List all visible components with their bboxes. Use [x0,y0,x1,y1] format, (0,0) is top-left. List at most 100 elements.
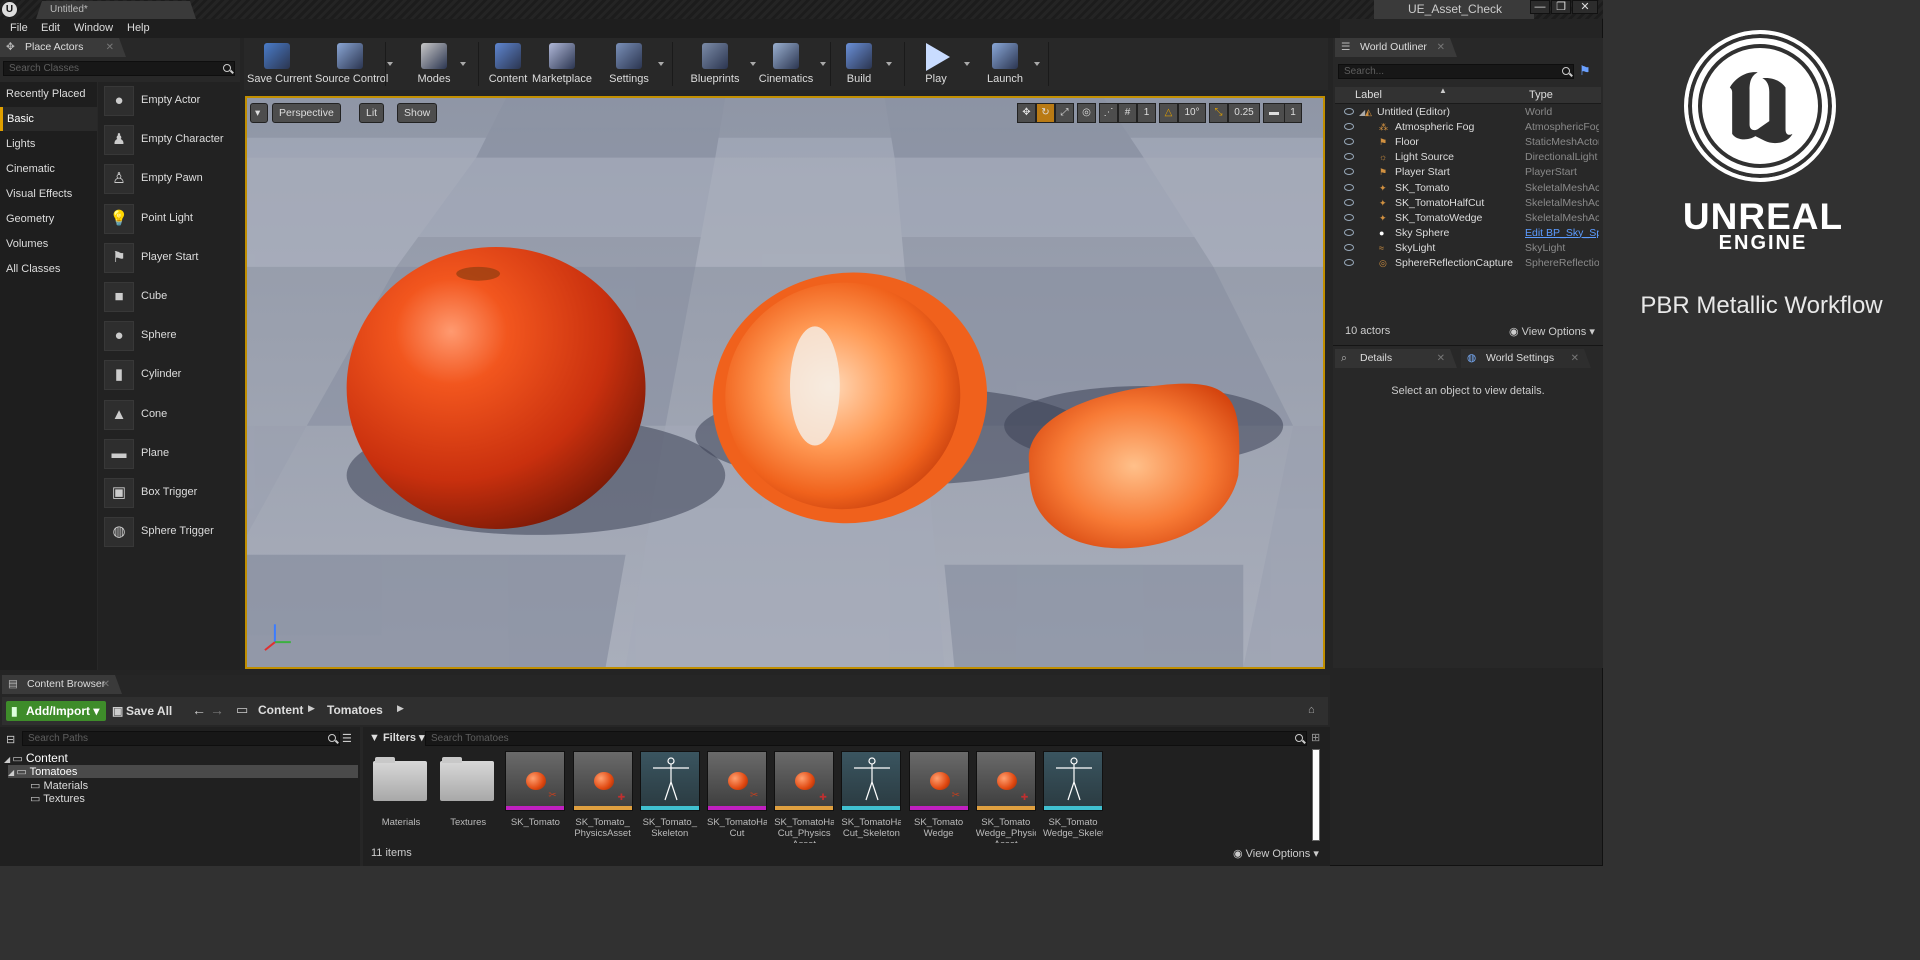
marketplace-button[interactable]: Marketplace [532,40,592,88]
visibility-eye-icon[interactable] [1344,123,1354,131]
visibility-eye-icon[interactable] [1344,243,1354,251]
visibility-eye-icon[interactable] [1344,213,1354,221]
play-button[interactable]: Play [910,40,962,88]
lit-button[interactable]: Lit [359,103,385,123]
tab-place-actors[interactable]: ✥ Place Actors ✕ [0,38,126,57]
actor-box-trigger[interactable]: ▣ Box Trigger [102,476,238,510]
category-lights[interactable]: Lights [0,132,97,156]
visibility-eye-icon[interactable] [1344,153,1354,161]
camera-speed-icon[interactable]: ▬ [1263,103,1285,123]
translate-icon[interactable]: ✥ [1017,103,1036,123]
outliner-row[interactable]: ≈ SkyLight SkyLight [1335,241,1601,256]
perspective-button[interactable]: Perspective [272,103,341,123]
tree-item-textures[interactable]: ▭ Textures [30,792,85,805]
actor-point-light[interactable]: 💡 Point Light [102,202,238,236]
visibility-eye-icon[interactable] [1344,198,1354,206]
asset-view-options-button[interactable]: ◉ View Options ▾ [1233,847,1319,860]
outliner-view-options-button[interactable]: ◉ View Options ▾ [1509,325,1595,338]
asset-tile[interactable]: ✚ SK_Tomato Wedge_Physics Asset [975,751,1036,843]
modes-button[interactable]: Modes [410,40,458,88]
actor-sphere[interactable]: ● Sphere [102,319,238,353]
surface-snap-icon[interactable]: ⋰ [1099,103,1118,123]
close-button[interactable]: ✕ [1572,0,1598,14]
edit-blueprint-link[interactable]: Edit BP_Sky_Sphere [1525,226,1599,241]
lock-icon[interactable]: ⌂ [1308,704,1315,716]
outliner-row[interactable]: ◎ SphereReflectionCapture SphereReflection… [1335,256,1601,271]
add-filter-icon[interactable]: ⚑ [1579,64,1595,79]
asset-tile[interactable]: SK_Tomato_ Skeleton [639,751,700,843]
outliner-row[interactable]: ◭ Untitled (Editor) World ◢ [1335,105,1601,120]
cinematics-button[interactable]: Cinematics [754,40,818,88]
actor-cube[interactable]: ■ Cube [102,280,238,314]
viewport-options-button[interactable]: ▾ [250,103,268,123]
tab-world-settings[interactable]: ◍ World Settings ✕ [1461,349,1591,368]
outliner-row[interactable]: ⁂ Atmospheric Fog AtmosphericFog [1335,120,1601,135]
dropdown-arrow-icon[interactable] [460,62,466,66]
visibility-eye-icon[interactable] [1344,259,1354,266]
camera-speed-value[interactable]: 1 [1284,103,1302,123]
breadcrumb-separator-icon[interactable]: ▶ [308,703,315,714]
category-visual-effects[interactable]: Visual Effects [0,182,97,206]
actor-empty-pawn[interactable]: ♙ Empty Pawn [102,162,238,196]
dropdown-arrow-icon[interactable] [820,62,826,66]
tree-item-content[interactable]: ◢ ▭ Content [4,751,356,765]
rotation-snap-icon[interactable]: △ [1159,103,1178,123]
show-button[interactable]: Show [397,103,438,123]
actor-plane[interactable]: ▬ Plane [102,437,238,471]
asset-tile[interactable]: ✂ SK_Tomato [505,751,566,843]
outliner-row[interactable]: ✦ SK_Tomato SkeletalMeshActor [1335,181,1601,196]
search-paths-input[interactable]: Search Paths [22,731,340,746]
grid-snap-value[interactable]: 1 [1137,103,1156,123]
visibility-eye-icon[interactable] [1344,168,1354,176]
content-button[interactable]: Content [488,40,528,88]
visibility-eye-icon[interactable] [1344,138,1354,146]
label-column-header[interactable]: Label [1355,89,1382,101]
build-button[interactable]: Build [834,40,884,88]
dropdown-arrow-icon[interactable] [387,62,393,66]
outliner-row[interactable]: ● Sky Sphere Edit BP_Sky_Sphere [1335,226,1601,241]
expand-arrow-icon[interactable]: ◢ [1359,105,1365,120]
close-tab-icon[interactable]: ✕ [1571,349,1579,368]
actor-empty-character[interactable]: ♟ Empty Character [102,123,238,157]
settings-button[interactable]: Settings [602,40,656,88]
menu-file[interactable]: File [10,22,28,34]
level-viewport[interactable]: ▾ Perspective Lit Show ✥ ↻ ⤢ ◎ ⋰ # 1 △ 1… [245,96,1325,669]
add-import-button[interactable]: ▮ Add/Import ▾ [6,701,106,721]
rotate-icon[interactable]: ↻ [1036,103,1055,123]
scale-snap-value[interactable]: 0.25 [1228,103,1260,123]
scale-icon[interactable]: ⤢ [1055,103,1074,123]
dropdown-arrow-icon[interactable] [658,62,664,66]
scale-snap-icon[interactable]: ⤡ [1209,103,1228,123]
asset-tile[interactable]: ✚ SK_TomatoHalf Cut_Physics Asset [774,751,835,843]
breadcrumb-separator-icon[interactable]: ▶ [397,703,404,714]
asset-tile[interactable]: SK_Tomato Wedge_Skeleton [1043,751,1103,843]
close-tab-icon[interactable]: ✕ [106,38,114,57]
visibility-eye-icon[interactable] [1344,183,1354,191]
grid-snap-icon[interactable]: # [1118,103,1137,123]
actor-cylinder[interactable]: ▮ Cylinder [102,358,238,392]
tree-item-materials[interactable]: ▭ Materials [30,779,88,792]
asset-tile[interactable]: ✂ SK_Tomato Wedge [908,751,969,843]
dropdown-arrow-icon[interactable] [1034,62,1040,66]
asset-folder[interactable]: Textures [438,751,498,843]
tab-world-outliner[interactable]: ☰ World Outliner ✕ [1335,38,1457,57]
asset-folder[interactable]: Materials [371,751,431,843]
outliner-row[interactable]: ☼ Light Source DirectionalLight [1335,150,1601,165]
breadcrumb-tomatoes[interactable]: Tomatoes [327,703,383,717]
outliner-row[interactable]: ⚑ Floor StaticMeshActor [1335,135,1601,150]
close-tab-icon[interactable]: ✕ [1437,349,1445,368]
visibility-eye-icon[interactable] [1344,108,1354,115]
category-basic[interactable]: Basic [0,107,97,131]
rotation-snap-value[interactable]: 10° [1178,103,1206,123]
outliner-row[interactable]: ✦ SK_TomatoWedge SkeletalMeshActor [1335,211,1601,226]
category-geometry[interactable]: Geometry [0,207,97,231]
document-tab[interactable]: Untitled* [36,1,196,19]
save-all-button[interactable]: ▣ Save All [110,701,172,721]
close-tab-icon[interactable]: ✕ [102,675,110,694]
asset-tile[interactable]: ✚ SK_Tomato_ PhysicsAsset [572,751,633,843]
menu-edit[interactable]: Edit [41,22,60,34]
outliner-row[interactable]: ✦ SK_TomatoHalfCut SkeletalMeshActor [1335,196,1601,211]
launch-button[interactable]: Launch [978,40,1032,88]
category-recently-placed[interactable]: Recently Placed [0,82,97,106]
asset-tile[interactable]: ✂ SK_TomatoHalf Cut [707,751,767,843]
